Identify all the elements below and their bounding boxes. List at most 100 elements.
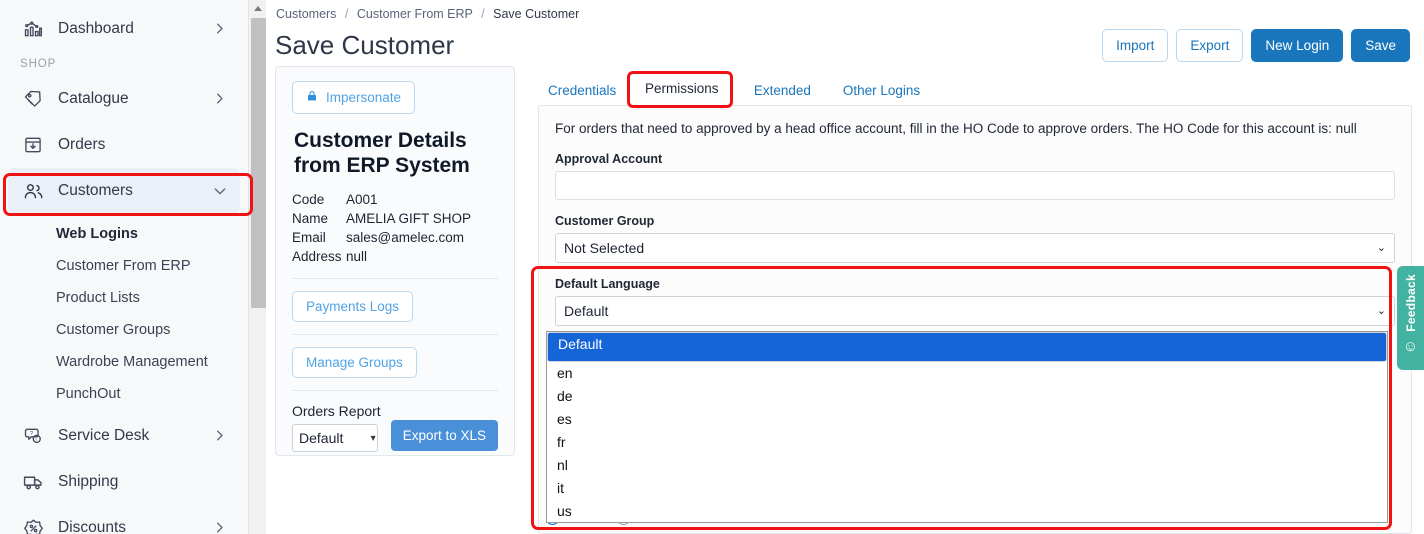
sidebar-item-discounts[interactable]: Discounts: [8, 505, 240, 534]
language-option-default[interactable]: Default: [547, 332, 1387, 362]
sidebar-item-label: Dashboard: [58, 20, 212, 38]
field-value: sales@amelec.com: [346, 228, 464, 247]
customer-fields: Code A001 Name AMELIA GIFT SHOP Email sa…: [292, 190, 498, 266]
tab-credentials[interactable]: Credentials: [532, 77, 632, 105]
orders-report-row: Orders Report Default ▾ Export to XLS: [292, 403, 498, 452]
sidebar-subitem-customer-groups[interactable]: Customer Groups: [0, 314, 248, 346]
field-key: Email: [292, 228, 346, 247]
field-value: AMELIA GIFT SHOP: [346, 209, 471, 228]
tab-permissions-label: Permissions: [645, 81, 719, 96]
sidebar-item-label: Shipping: [58, 473, 228, 491]
feedback-tab[interactable]: Feedback ☺: [1397, 266, 1424, 370]
field-name: Name AMELIA GIFT SHOP: [292, 209, 498, 228]
orders-report-select-wrap: Default ▾: [292, 424, 381, 452]
sidebar-item-label: Discounts: [58, 519, 212, 534]
breadcrumb-item-customer-from-erp[interactable]: Customer From ERP: [357, 7, 473, 21]
import-button[interactable]: Import: [1102, 29, 1168, 62]
sidebar-subitem-wardrobe-management[interactable]: Wardrobe Management: [0, 346, 248, 378]
field-address: Address null: [292, 247, 498, 266]
save-button[interactable]: Save: [1351, 29, 1410, 62]
sidebar-item-label: Orders: [58, 136, 228, 154]
ho-code-helper-text: For orders that need to approved by a he…: [555, 120, 1395, 138]
sidebar-item-label: Customers: [58, 182, 212, 200]
chevron-right-icon: [212, 520, 228, 534]
customer-group-label: Customer Group: [555, 214, 1395, 228]
default-language-options-list[interactable]: Default en de es fr nl it us: [546, 331, 1388, 523]
field-key: Code: [292, 190, 346, 209]
sidebar-customers-submenu: Web Logins Customer From ERP Product Lis…: [0, 218, 248, 410]
smiley-face-icon: ☺: [1403, 339, 1418, 354]
divider: [292, 390, 498, 391]
sidebar-subitem-web-logins[interactable]: Web Logins: [0, 218, 248, 250]
language-option-es[interactable]: es: [547, 408, 1387, 431]
sidebar-item-service-desk[interactable]: ? ! Service Desk: [8, 413, 240, 459]
language-option-de[interactable]: de: [547, 385, 1387, 408]
sidebar-item-shipping[interactable]: Shipping: [8, 459, 240, 505]
sidebar-item-dashboard[interactable]: Dashboard: [8, 6, 240, 52]
breadcrumb-separator: /: [345, 7, 348, 21]
discount-percent-icon: [20, 516, 46, 534]
export-to-xls-button[interactable]: Export to XLS: [391, 420, 498, 451]
sidebar-subitem-product-lists[interactable]: Product Lists: [0, 282, 248, 314]
impersonate-button[interactable]: Impersonate: [292, 81, 415, 114]
box-download-icon: [20, 133, 46, 157]
customer-group-select[interactable]: Not Selected: [555, 233, 1395, 263]
sidebar-scrollbar[interactable]: [248, 0, 266, 534]
lock-icon: [306, 89, 318, 106]
chevron-right-icon: [212, 91, 228, 107]
export-button[interactable]: Export: [1176, 29, 1243, 62]
sidebar-subitem-punchout[interactable]: PunchOut: [0, 378, 248, 410]
breadcrumb-item-customers[interactable]: Customers: [276, 7, 336, 21]
manage-groups-button[interactable]: Manage Groups: [292, 347, 417, 378]
default-language-label: Default Language: [555, 277, 1395, 291]
payments-logs-button[interactable]: Payments Logs: [292, 291, 413, 322]
scroll-up-arrow-icon[interactable]: [249, 0, 267, 17]
language-option-us[interactable]: us: [547, 500, 1387, 523]
card-title: Customer Details from ERP System: [294, 128, 498, 178]
impersonate-label: Impersonate: [326, 90, 401, 105]
sidebar-item-label: Catalogue: [58, 90, 212, 108]
app-root: Dashboard SHOP Catalogue: [0, 0, 1424, 534]
field-value: A001: [346, 190, 378, 209]
chevron-right-icon: [212, 21, 228, 37]
language-option-it[interactable]: it: [547, 477, 1387, 500]
sidebar-item-label: Service Desk: [58, 427, 212, 445]
language-option-fr[interactable]: fr: [547, 431, 1387, 454]
chevron-right-icon: [212, 428, 228, 444]
feedback-label: Feedback: [1404, 274, 1418, 332]
language-option-nl[interactable]: nl: [547, 454, 1387, 477]
tab-extended[interactable]: Extended: [738, 77, 827, 105]
orders-report-select[interactable]: Default: [292, 424, 378, 452]
tab-bar: Credentials Permissions Extended Other L…: [532, 75, 936, 105]
page-title: Save Customer: [275, 30, 454, 61]
default-language-select-wrap: Default ⌄: [555, 296, 1395, 326]
field-value: null: [346, 247, 367, 266]
svg-text:!: !: [35, 437, 36, 442]
field-email: Email sales@amelec.com: [292, 228, 498, 247]
users-icon: [20, 179, 46, 203]
breadcrumb: Customers / Customer From ERP / Save Cus…: [276, 7, 579, 21]
chevron-down-icon: [212, 183, 228, 199]
field-key: Name: [292, 209, 346, 228]
new-login-button[interactable]: New Login: [1251, 29, 1343, 62]
field-code: Code A001: [292, 190, 498, 209]
truck-icon: [20, 470, 46, 494]
orders-report-label: Orders Report: [292, 403, 381, 419]
header-actions: Import Export New Login Save: [1102, 29, 1410, 62]
customer-detail-card: Impersonate Customer Details from ERP Sy…: [275, 66, 515, 456]
breadcrumb-item-save-customer: Save Customer: [493, 7, 579, 21]
sidebar: Dashboard SHOP Catalogue: [0, 0, 248, 534]
dashboard-chart-icon: [20, 17, 46, 41]
support-chat-icon: ? !: [20, 424, 46, 448]
sidebar-subitem-customer-from-erp[interactable]: Customer From ERP: [0, 250, 248, 282]
sidebar-section-label: SHOP: [0, 52, 248, 76]
sidebar-item-orders[interactable]: Orders: [8, 122, 240, 168]
sidebar-item-customers[interactable]: Customers: [8, 168, 240, 214]
sidebar-item-catalogue[interactable]: Catalogue: [8, 76, 240, 122]
breadcrumb-separator: /: [481, 7, 484, 21]
tab-other-logins[interactable]: Other Logins: [827, 77, 936, 105]
default-language-select[interactable]: Default: [555, 296, 1395, 326]
scrollbar-thumb[interactable]: [251, 18, 266, 308]
approval-account-input[interactable]: [555, 171, 1395, 200]
language-option-en[interactable]: en: [547, 362, 1387, 385]
